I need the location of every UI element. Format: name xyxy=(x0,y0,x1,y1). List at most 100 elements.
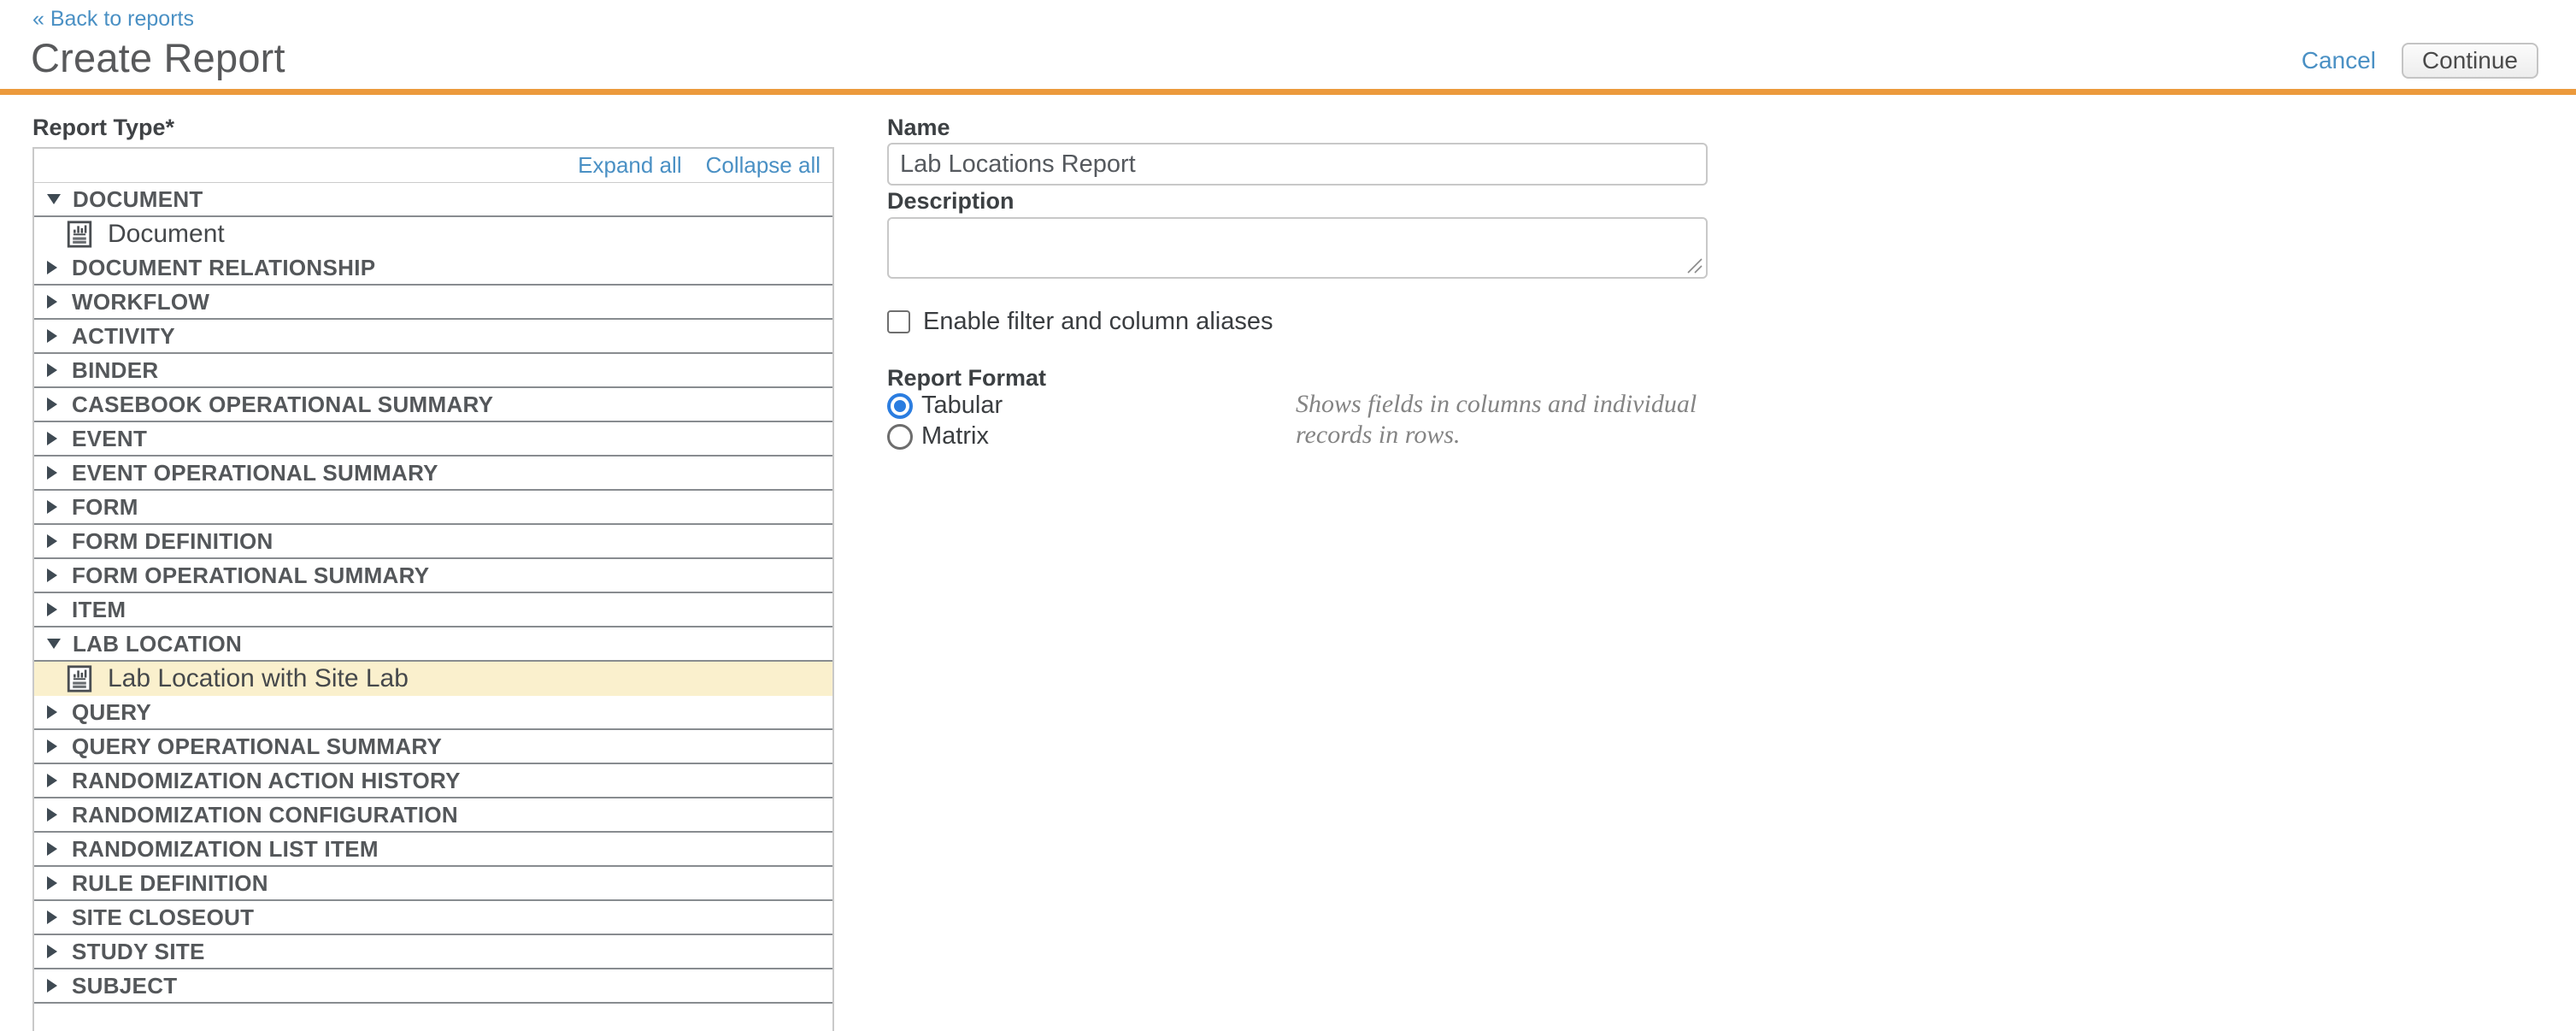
caret-right-icon[interactable] xyxy=(47,261,57,274)
caret-right-icon[interactable] xyxy=(47,329,57,343)
tree-category-label: QUERY xyxy=(72,699,151,726)
tabular-format-note: Shows fields in columns and individual r… xyxy=(1296,389,1767,451)
tree-category-label: LAB LOCATION xyxy=(73,631,242,657)
tree-category-label: ACTIVITY xyxy=(72,323,175,350)
tree-category-label: BINDER xyxy=(72,357,158,384)
report-icon xyxy=(65,220,94,249)
tree-category-rule-definition[interactable]: RULE DEFINITION xyxy=(34,867,832,901)
tree-category-event[interactable]: EVENT xyxy=(34,422,832,457)
caret-right-icon[interactable] xyxy=(47,808,57,822)
tree-category-study-site[interactable]: STUDY SITE xyxy=(34,935,832,969)
caret-right-icon[interactable] xyxy=(47,774,57,787)
tree-category-casebook-operational-summary[interactable]: CASEBOOK OPERATIONAL SUMMARY xyxy=(34,388,832,422)
description-input[interactable] xyxy=(887,217,1708,279)
tree-category-lab-location[interactable]: LAB LOCATION xyxy=(34,627,832,662)
tabular-radio[interactable] xyxy=(887,393,913,419)
caret-right-icon[interactable] xyxy=(47,500,57,514)
caret-right-icon[interactable] xyxy=(47,534,57,548)
tree-category-label: RANDOMIZATION ACTION HISTORY xyxy=(72,768,461,794)
tree-category-label: EVENT xyxy=(72,426,147,452)
enable-alias-label: Enable filter and column aliases xyxy=(923,308,1273,336)
header-actions: Cancel Continue xyxy=(2302,43,2538,79)
tree-category-query-operational-summary[interactable]: QUERY OPERATIONAL SUMMARY xyxy=(34,730,832,764)
page-title: Create Report xyxy=(31,34,285,81)
caret-right-icon[interactable] xyxy=(47,842,57,856)
caret-right-icon[interactable] xyxy=(47,739,57,753)
tree-category-document-relationship[interactable]: DOCUMENT RELATIONSHIP xyxy=(34,251,832,286)
expand-all-link[interactable]: Expand all xyxy=(578,152,681,179)
tree-category-label: CASEBOOK OPERATIONAL SUMMARY xyxy=(72,392,493,418)
collapse-all-link[interactable]: Collapse all xyxy=(706,152,820,179)
tabular-label: Tabular xyxy=(921,392,1003,420)
tree-category-label: QUERY OPERATIONAL SUMMARY xyxy=(72,733,442,760)
cancel-button[interactable]: Cancel xyxy=(2302,47,2376,74)
back-to-reports-link[interactable]: « Back to reports xyxy=(32,7,194,32)
name-label: Name xyxy=(887,115,950,141)
format-option-tabular: Tabular xyxy=(887,392,1003,420)
tree-category-label: RANDOMIZATION LIST ITEM xyxy=(72,836,379,863)
tree-category-label: STUDY SITE xyxy=(72,939,205,965)
report-icon xyxy=(65,664,94,693)
caret-right-icon[interactable] xyxy=(47,910,57,924)
tree-category-label: RULE DEFINITION xyxy=(72,870,268,897)
tree-category-label: FORM xyxy=(72,494,138,521)
name-input[interactable] xyxy=(887,143,1708,186)
tree-category-randomization-action-history[interactable]: RANDOMIZATION ACTION HISTORY xyxy=(34,764,832,798)
report-format-label: Report Format xyxy=(887,365,1046,392)
tree-item-lab-location-with-site-lab[interactable]: Lab Location with Site Lab xyxy=(34,662,832,696)
caret-right-icon[interactable] xyxy=(47,466,57,480)
caret-right-icon[interactable] xyxy=(47,569,57,582)
matrix-label: Matrix xyxy=(921,422,989,451)
matrix-radio[interactable] xyxy=(887,424,913,450)
enable-alias-checkbox[interactable] xyxy=(887,310,910,333)
tree-category-label: FORM DEFINITION xyxy=(72,528,273,555)
tree-category-label: EVENT OPERATIONAL SUMMARY xyxy=(72,460,438,486)
tree-category-randomization-list-item[interactable]: RANDOMIZATION LIST ITEM xyxy=(34,833,832,867)
tree-category-document[interactable]: DOCUMENT xyxy=(34,183,832,217)
report-type-tree: Expand all Collapse all DOCUMENT Documen… xyxy=(32,147,834,1031)
header-divider xyxy=(0,89,2576,95)
caret-right-icon[interactable] xyxy=(47,705,57,719)
create-report-page: « Back to reports Create Report Cancel C… xyxy=(0,0,2576,1031)
tree-category-randomization-configuration[interactable]: RANDOMIZATION CONFIGURATION xyxy=(34,798,832,833)
tree-category-form-definition[interactable]: FORM DEFINITION xyxy=(34,525,832,559)
tree-category-event-operational-summary[interactable]: EVENT OPERATIONAL SUMMARY xyxy=(34,457,832,491)
enable-alias-row: Enable filter and column aliases xyxy=(887,308,1273,336)
tree-category-item[interactable]: ITEM xyxy=(34,593,832,627)
format-option-matrix: Matrix xyxy=(887,422,989,451)
tree-category-activity[interactable]: ACTIVITY xyxy=(34,320,832,354)
tree-category-label: ITEM xyxy=(72,597,126,623)
report-type-label: Report Type* xyxy=(32,115,174,141)
caret-right-icon[interactable] xyxy=(47,398,57,411)
tree-category-workflow[interactable]: WORKFLOW xyxy=(34,286,832,320)
tree-category-form[interactable]: FORM xyxy=(34,491,832,525)
tree-category-label: SUBJECT xyxy=(72,973,177,999)
tree-item-label: Lab Location with Site Lab xyxy=(108,664,409,693)
tree-category-label: DOCUMENT xyxy=(73,186,203,213)
tree-category-label: WORKFLOW xyxy=(72,289,209,315)
tree-category-binder[interactable]: BINDER xyxy=(34,354,832,388)
caret-right-icon[interactable] xyxy=(47,945,57,958)
tree-category-subject[interactable]: SUBJECT xyxy=(34,969,832,1004)
caret-down-icon[interactable] xyxy=(47,194,61,204)
caret-down-icon[interactable] xyxy=(47,639,61,649)
tree-category-site-closeout[interactable]: SITE CLOSEOUT xyxy=(34,901,832,935)
tree-category-query[interactable]: QUERY xyxy=(34,696,832,730)
caret-right-icon[interactable] xyxy=(47,363,57,377)
continue-button[interactable]: Continue xyxy=(2402,43,2538,79)
caret-right-icon[interactable] xyxy=(47,603,57,616)
tree-category-label: FORM OPERATIONAL SUMMARY xyxy=(72,563,429,589)
description-field-wrap xyxy=(887,217,1708,279)
caret-right-icon[interactable] xyxy=(47,876,57,890)
caret-right-icon[interactable] xyxy=(47,979,57,993)
tree-toolbar: Expand all Collapse all xyxy=(34,149,832,183)
tree-category-label: RANDOMIZATION CONFIGURATION xyxy=(72,802,458,828)
tree-category-form-operational-summary[interactable]: FORM OPERATIONAL SUMMARY xyxy=(34,559,832,593)
caret-right-icon[interactable] xyxy=(47,432,57,445)
description-label: Description xyxy=(887,188,1015,215)
tree-category-label: SITE CLOSEOUT xyxy=(72,904,254,931)
tree-category-label: DOCUMENT RELATIONSHIP xyxy=(72,255,375,281)
caret-right-icon[interactable] xyxy=(47,295,57,309)
tree-item-label: Document xyxy=(108,220,225,249)
tree-item-document[interactable]: Document xyxy=(34,217,832,251)
